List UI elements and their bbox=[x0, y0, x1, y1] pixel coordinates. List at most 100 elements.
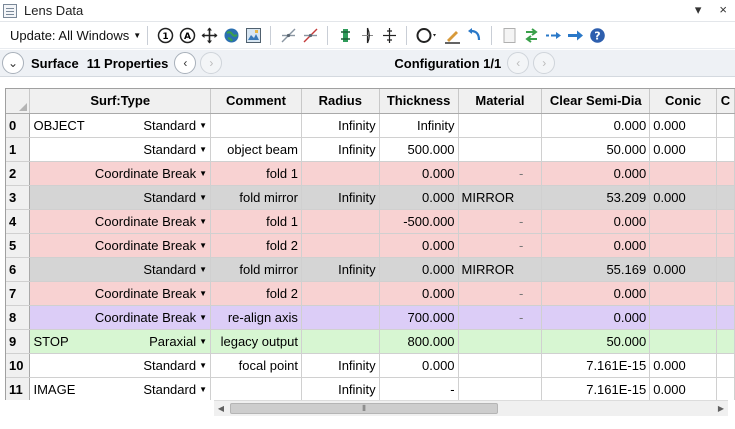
radius-cell[interactable]: Infinity bbox=[301, 137, 380, 162]
extra-column-cell[interactable] bbox=[716, 209, 735, 234]
extra-column-cell[interactable] bbox=[716, 329, 735, 354]
expand-toggle-button[interactable]: ⌄ bbox=[2, 52, 24, 74]
table-row[interactable]: 5 Coordinate Break ▼ fold 2 0.000-0.000 bbox=[6, 233, 735, 258]
clear-semi-dia-cell[interactable]: 0.000 bbox=[541, 209, 651, 234]
previous-configuration-button[interactable]: ‹ bbox=[507, 52, 530, 74]
conic-cell[interactable]: 0.000 bbox=[649, 113, 717, 138]
comment-cell[interactable] bbox=[210, 113, 302, 138]
table-row[interactable]: 8 Coordinate Break ▼ re-align axis 700.000-0… bbox=[6, 305, 735, 330]
blank-icon[interactable] bbox=[500, 26, 518, 44]
column-header-conic[interactable]: Conic bbox=[649, 89, 717, 114]
comment-cell[interactable]: object beam bbox=[210, 137, 302, 162]
conic-cell[interactable]: 0.000 bbox=[649, 257, 717, 282]
comment-cell[interactable]: fold mirror bbox=[210, 185, 302, 210]
material-cell[interactable] bbox=[458, 137, 543, 162]
table-row[interactable]: 6 Standard ▼ fold mirror Infinity 0.000 MIRROR… bbox=[6, 257, 735, 282]
radius-cell[interactable] bbox=[301, 329, 380, 354]
comment-cell[interactable]: legacy output bbox=[210, 329, 302, 354]
conic-cell[interactable] bbox=[649, 161, 717, 186]
previous-surface-button[interactable]: ‹ bbox=[174, 52, 197, 74]
surface-type-dropdown[interactable]: Coordinate Break ▼ bbox=[95, 310, 207, 325]
horizontal-scrollbar[interactable]: ◀ ⦀ ▶ bbox=[214, 400, 728, 416]
undo-icon[interactable] bbox=[465, 26, 483, 44]
edit-icon[interactable] bbox=[443, 26, 461, 44]
surface-type-cell[interactable]: Standard ▼ bbox=[29, 353, 211, 378]
globe-icon[interactable] bbox=[222, 26, 240, 44]
material-cell[interactable] bbox=[458, 377, 543, 400]
clear-semi-dia-cell[interactable]: 0.000 bbox=[541, 113, 651, 138]
radius-cell[interactable] bbox=[301, 281, 380, 306]
radius-cell[interactable]: Infinity bbox=[301, 377, 380, 400]
material-cell[interactable]: MIRROR bbox=[458, 185, 543, 210]
comment-cell[interactable]: fold mirror bbox=[210, 257, 302, 282]
table-row[interactable]: 2 Coordinate Break ▼ fold 1 0.000-0.000 bbox=[6, 161, 735, 186]
row-number[interactable]: 1 bbox=[6, 137, 31, 162]
clear-semi-dia-cell[interactable]: 50.000 bbox=[541, 137, 651, 162]
update-dropdown[interactable]: Update: All Windows ▼ bbox=[10, 28, 141, 43]
conic-cell[interactable]: 0.000 bbox=[649, 137, 717, 162]
table-row[interactable]: 9 STOP Paraxial ▼ legacy output 800.000 50.000 bbox=[6, 329, 735, 354]
table-row[interactable]: 10 Standard ▼ focal point Infinity 0.000 7.161… bbox=[6, 353, 735, 378]
thickness-cell[interactable]: 700.000 bbox=[379, 305, 459, 330]
surface-type-cell[interactable]: Standard ▼ bbox=[29, 137, 211, 162]
row-number[interactable]: 2 bbox=[6, 161, 31, 186]
extra-column-cell[interactable] bbox=[716, 161, 735, 186]
clear-semi-dia-cell[interactable]: 0.000 bbox=[541, 305, 651, 330]
thickness-cell[interactable]: 500.000 bbox=[379, 137, 459, 162]
material-cell[interactable] bbox=[458, 113, 543, 138]
comment-cell[interactable]: fold 1 bbox=[210, 161, 302, 186]
settings-a-icon[interactable]: A bbox=[178, 26, 196, 44]
surface-type-dropdown[interactable]: Coordinate Break ▼ bbox=[95, 166, 207, 181]
table-row[interactable]: 1 Standard ▼ object beam Infinity 500.000 50.0… bbox=[6, 137, 735, 162]
surface-type-cell[interactable]: OBJECT Standard ▼ bbox=[29, 113, 211, 138]
thickness-cell[interactable]: 0.000 bbox=[379, 257, 459, 282]
arrow-right-icon[interactable] bbox=[566, 26, 584, 44]
column-header-comment[interactable]: Comment bbox=[210, 89, 302, 114]
surface-type-dropdown[interactable]: Coordinate Break ▼ bbox=[95, 286, 207, 301]
swap-icon[interactable] bbox=[522, 26, 540, 44]
scroll-right-icon[interactable]: ▶ bbox=[714, 404, 728, 413]
column-header-surf-type[interactable]: Surf:Type bbox=[29, 89, 211, 114]
conic-cell[interactable] bbox=[649, 281, 717, 306]
table-row[interactable]: 0 OBJECT Standard ▼ Infinity Infinity 0.000 0.0… bbox=[6, 113, 735, 138]
thickness-cell[interactable]: - bbox=[379, 377, 459, 400]
thickness-cell[interactable]: 0.000 bbox=[379, 233, 459, 258]
glass-icon[interactable] bbox=[336, 26, 354, 44]
clear-semi-dia-cell[interactable]: 7.161E-15 bbox=[541, 377, 651, 400]
column-header-radius[interactable]: Radius bbox=[301, 89, 380, 114]
comment-cell[interactable]: fold 2 bbox=[210, 233, 302, 258]
material-cell[interactable]: - bbox=[458, 161, 543, 186]
table-row[interactable]: 4 Coordinate Break ▼ fold 1 -500.000-0.000 bbox=[6, 209, 735, 234]
extra-column-cell[interactable] bbox=[716, 257, 735, 282]
column-header-clear-semi-dia[interactable]: Clear Semi-Dia bbox=[541, 89, 651, 114]
row-number[interactable]: 5 bbox=[6, 233, 31, 258]
thickness-cell[interactable]: 0.000 bbox=[379, 281, 459, 306]
row-number[interactable]: 9 bbox=[6, 329, 31, 354]
row-number[interactable]: 11 bbox=[6, 377, 31, 400]
comment-cell[interactable]: fold 2 bbox=[210, 281, 302, 306]
comment-cell[interactable]: fold 1 bbox=[210, 209, 302, 234]
move-icon[interactable] bbox=[200, 26, 218, 44]
material-cell[interactable]: MIRROR bbox=[458, 257, 543, 282]
table-row[interactable]: 11 IMAGE Standard ▼ Infinity - 7.161E-15 0.000 bbox=[6, 377, 735, 400]
aperture-icon[interactable] bbox=[415, 26, 439, 44]
radius-cell[interactable]: Infinity bbox=[301, 185, 380, 210]
surface-type-dropdown[interactable]: Coordinate Break ▼ bbox=[95, 238, 207, 253]
thickness-cell[interactable]: -500.000 bbox=[379, 209, 459, 234]
pin-dropdown-button[interactable]: ▾ bbox=[695, 2, 702, 18]
clear-semi-dia-cell[interactable]: 0.000 bbox=[541, 281, 651, 306]
material-cell[interactable]: - bbox=[458, 281, 543, 306]
conic-cell[interactable] bbox=[649, 329, 717, 354]
thickness-cell[interactable]: 0.000 bbox=[379, 185, 459, 210]
extra-column-cell[interactable] bbox=[716, 281, 735, 306]
surface-type-cell[interactable]: IMAGE Standard ▼ bbox=[29, 377, 211, 400]
radius-cell[interactable]: Infinity bbox=[301, 353, 380, 378]
comment-cell[interactable]: focal point bbox=[210, 353, 302, 378]
material-cell[interactable] bbox=[458, 353, 543, 378]
extra-column-cell[interactable] bbox=[716, 233, 735, 258]
table-row[interactable]: 7 Coordinate Break ▼ fold 2 0.000-0.000 bbox=[6, 281, 735, 306]
comment-cell[interactable]: re-align axis bbox=[210, 305, 302, 330]
surface-type-cell[interactable]: Coordinate Break ▼ bbox=[29, 305, 211, 330]
row-number[interactable]: 0 bbox=[6, 113, 31, 138]
comment-cell[interactable] bbox=[210, 377, 302, 400]
